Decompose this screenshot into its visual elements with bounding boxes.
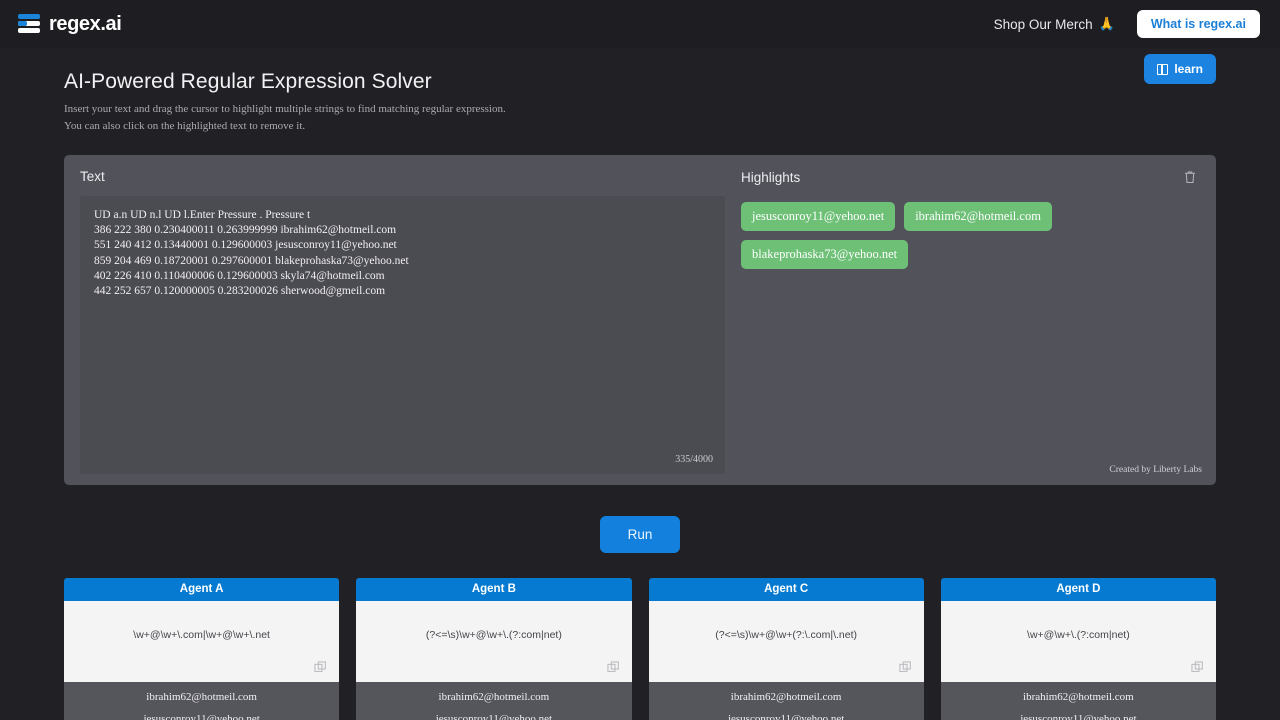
agent-regex-box: (?<=\s)\w+@\w+(?:\.com|\.net) [648,601,924,683]
praying-hands-icon: 🙏 [1098,16,1115,31]
agent-match-item: ibrahim62@hotmeil.com [730,691,842,704]
run-button-row: Run [0,516,1280,554]
agent-regex-box: (?<=\s)\w+@\w+\.(?:com|net) [356,601,632,683]
text-section-label: Text [80,169,105,185]
page-header: AI-Powered Regular Expression Solver Ins… [0,48,1280,135]
copy-icon[interactable] [1191,661,1204,674]
agent-card: Agent A \w+@\w+\.com|\w+@\w+\.net ibrahim6… [64,578,340,720]
character-counter: 335/4000 [675,453,713,465]
top-nav-actions: Shop Our Merch 🙏 What is regex.ai [994,10,1260,38]
highlight-chip[interactable]: blakeprohaska73@yehoo.net [741,240,909,270]
agent-regex-text: (?<=\s)\w+@\w+(?:\.com|\.net) [715,628,857,641]
brand-logo-text: regex.ai [49,12,122,35]
top-navigation-bar: regex.ai Shop Our Merch 🙏 What is regex.… [0,0,1280,48]
agent-match-item: jesusconroy11@yehoo.net [143,713,260,720]
copy-icon[interactable] [606,661,620,674]
agent-card-title: Agent A [64,578,340,602]
text-line: 442 252 657 0.120000005 0.283200026 sher… [94,284,386,297]
page-subtitle: Insert your text and drag the cursor to … [64,101,1216,135]
text-line: 402 226 410 0.110400006 0.129600003 skyl… [94,269,385,282]
shop-our-merch-link[interactable]: Shop Our Merch 🙏 [994,16,1115,32]
highlight-chip[interactable]: jesusconroy11@yehoo.net [741,202,896,232]
what-is-regexai-button[interactable]: What is regex.ai [1136,10,1260,38]
text-line: UD a.n UD n.l UD l.Enter Pressure . Pres… [94,209,311,222]
agent-regex-text: (?<=\s)\w+@\w+\.(?:com|net) [425,628,562,641]
stacked-bars-icon [18,13,40,35]
highlights-column: Highlights jesusconroy11@yehoo.net ibrahi… [739,155,1216,485]
agent-match-item: ibrahim62@hotmeil.com [438,691,550,704]
trash-icon[interactable] [1182,169,1198,185]
run-button[interactable]: Run [599,516,681,554]
text-column: Text UD a.n UD n.l UD l.Enter Pressure .… [64,155,739,485]
text-content: UD a.n UD n.l UD l.Enter Pressure . Pres… [94,208,711,299]
agent-match-item: ibrahim62@hotmeil.com [1023,691,1134,704]
agent-match-item: jesusconroy11@yehoo.net [435,713,553,720]
brand-logo[interactable]: regex.ai [18,12,122,36]
agent-match-item: jesusconroy11@yehoo.net [727,713,845,720]
learn-button[interactable]: learn [1144,54,1216,84]
agent-card-title: Agent D [940,578,1216,602]
highlights-section-label: Highlights [741,169,801,185]
page-title: AI-Powered Regular Expression Solver [64,70,432,93]
text-line: 386 222 380 0.230400011 0.263999999 ibra… [94,224,397,237]
agent-match-item: ibrahim62@hotmeil.com [146,691,257,704]
text-line: 859 204 469 0.18720001 0.297600001 blake… [94,254,409,267]
page-subtitle-line-2: You can also click on the highlighted te… [64,120,306,133]
agent-card: Agent D \w+@\w+\.(?:com|net) ibrahim62@hot… [940,578,1216,720]
text-input-area[interactable]: UD a.n UD n.l UD l.Enter Pressure . Pres… [80,196,725,475]
agent-regex-text: \w+@\w+\.com|\w+@\w+\.net [133,628,270,641]
agent-match-item: jesusconroy11@yehoo.net [1020,713,1137,720]
agent-regex-text: \w+@\w+\.(?:com|net) [1027,628,1130,641]
text-line: 551 240 412 0.13440001 0.129600003 jesus… [94,239,397,252]
agent-card-title: Agent B [356,578,632,602]
learn-button-label: learn [1174,62,1203,76]
page-subtitle-line-1: Insert your text and drag the cursor to … [64,103,506,115]
agent-regex-box: \w+@\w+\.com|\w+@\w+\.net [64,601,340,683]
book-icon [1157,63,1169,75]
agent-match-list: ibrahim62@hotmeil.com jesusconroy11@yehoo… [648,682,924,720]
credit-text: Created by Liberty Labs [1109,465,1202,476]
highlight-chip[interactable]: ibrahim62@hotmeil.com [904,202,1052,232]
agent-match-list: ibrahim62@hotmeil.com jesusconroy11@yehoo… [64,682,340,720]
agent-match-list: ibrahim62@hotmeil.com jesusconroy11@yehoo… [356,682,632,720]
highlights-header: Highlights [741,169,1198,185]
highlight-chip-list: jesusconroy11@yehoo.net ibrahim62@hotmeil… [741,202,1198,270]
agent-regex-box: \w+@\w+\.(?:com|net) [940,601,1216,683]
agent-card-title: Agent C [648,578,924,602]
copy-icon[interactable] [314,661,327,674]
agent-match-list: ibrahim62@hotmeil.com jesusconroy11@yehoo… [940,682,1216,720]
editor-panel: Text UD a.n UD n.l UD l.Enter Pressure .… [64,155,1216,486]
copy-icon[interactable] [899,661,912,674]
shop-our-merch-label: Shop Our Merch [993,16,1093,32]
agent-card: Agent C (?<=\s)\w+@\w+(?:\.com|\.net) ibra… [648,578,924,720]
agent-results-grid: Agent A \w+@\w+\.com|\w+@\w+\.net ibrahim6… [64,578,1216,720]
agent-card: Agent B (?<=\s)\w+@\w+\.(?:com|net) ibrahi… [356,578,632,720]
